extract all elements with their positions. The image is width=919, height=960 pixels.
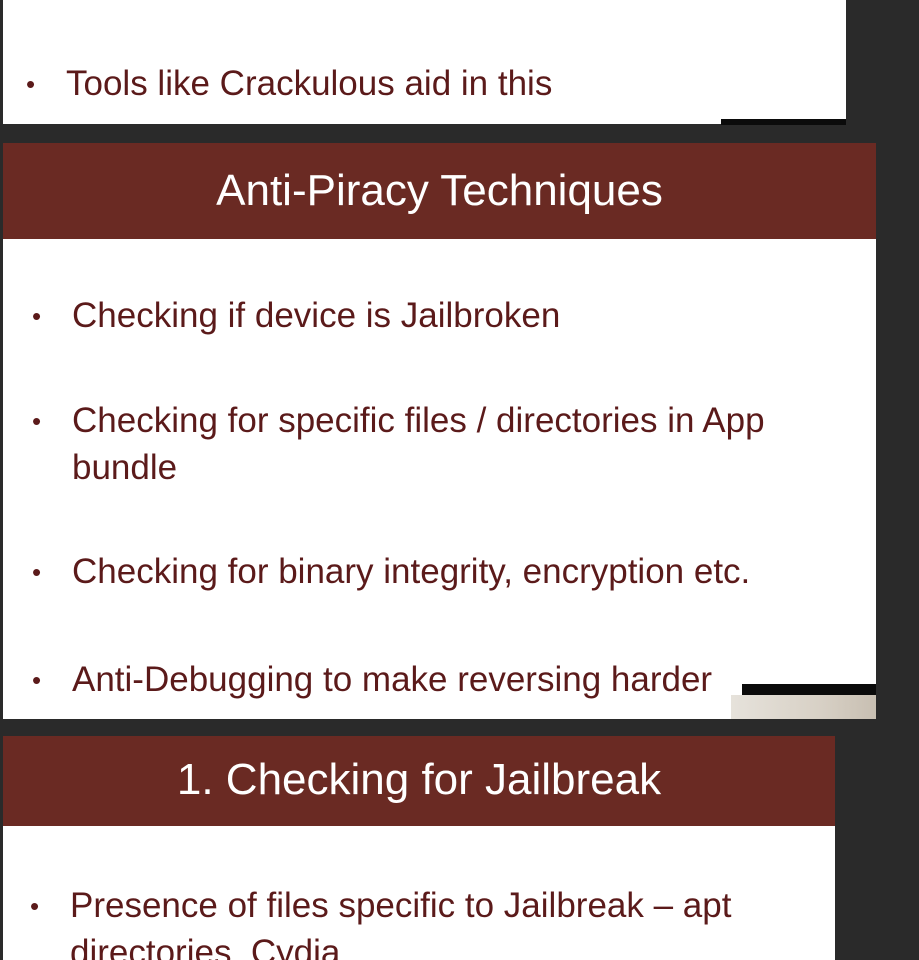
slide-3-header: 1. Checking for Jailbreak <box>3 736 835 826</box>
slide-1-corner-bar <box>721 119 846 125</box>
bullet-text: Anti-Debugging to make reversing harder <box>72 660 713 699</box>
bullet-dot-icon: • <box>26 69 36 99</box>
bullet-dot-icon: • <box>32 406 42 436</box>
bullet-text: Checking for binary integrity, encryptio… <box>72 552 751 591</box>
slide-2: Anti-Piracy Techniques • Checking if dev… <box>3 143 876 719</box>
slide-3-title: 1. Checking for Jailbreak <box>176 755 662 804</box>
slide-1-bullet-text: Tools like Crackulous aid in this <box>66 64 553 103</box>
bullet-text: Checking if device is Jailbroken <box>72 296 561 335</box>
bullet-dot-icon: • <box>30 891 40 921</box>
bullet-text-line-1: Presence of files specific to Jailbreak … <box>70 886 732 925</box>
slide-2-corner-bar <box>742 684 876 695</box>
bullet-dot-icon: • <box>32 665 42 695</box>
slide-1: • Tools like Crackulous aid in this <box>3 0 846 124</box>
slide-2-title: Anti-Piracy Techniques <box>216 166 663 215</box>
slide-3: 1. Checking for Jailbreak • Presence of … <box>3 736 835 960</box>
bullet-text-line-2: directories, Cydia <box>70 933 341 960</box>
bullet-dot-icon: • <box>32 301 42 331</box>
screen-stage: • Tools like Crackulous aid in this Anti… <box>0 0 919 960</box>
bullet-text-line-1: Checking for specific files / directorie… <box>72 401 765 440</box>
bullet-dot-icon: • <box>32 557 42 587</box>
bullet-text-line-2: bundle <box>72 448 178 487</box>
video-thumbnail <box>731 695 876 719</box>
slide-2-header: Anti-Piracy Techniques <box>3 143 876 239</box>
